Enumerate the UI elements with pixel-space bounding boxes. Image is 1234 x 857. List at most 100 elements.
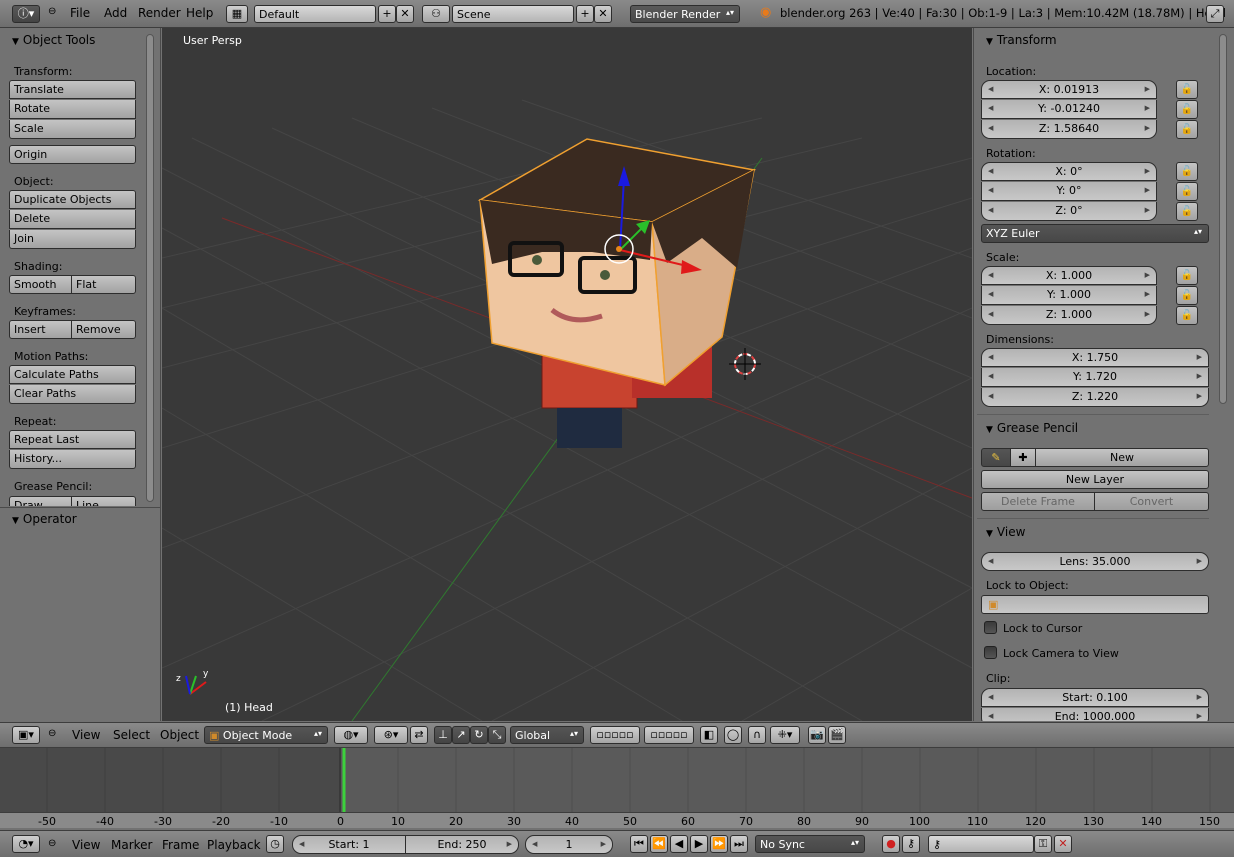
calculate-paths-button[interactable]: Calculate Paths (9, 365, 136, 384)
lock-camera-checkbox[interactable] (984, 646, 997, 659)
timeline-editor-type-button[interactable]: ◔▾ (12, 835, 40, 853)
tool-shelf-scrollbar[interactable] (146, 34, 154, 502)
keying-set-icon[interactable]: ⚷ (902, 835, 920, 853)
layers-row-2-icon[interactable]: ▫▫▫▫▫ (644, 726, 694, 744)
3d-cursor[interactable] (729, 348, 761, 380)
add-screen-icon[interactable]: + (378, 5, 396, 23)
lock-location-y-icon[interactable]: 🔓 (1176, 100, 1198, 119)
viewport-shading-icon[interactable]: ◍▾ (334, 726, 368, 744)
draw-button[interactable]: Draw (9, 496, 72, 506)
translate-manipulator-icon[interactable]: ⊥ (434, 726, 452, 744)
gp-convert-button[interactable]: Convert (1094, 492, 1209, 511)
snap-toggle-icon[interactable]: ∩ (748, 726, 766, 744)
jump-end-icon[interactable]: ⏭ (730, 835, 748, 853)
remove-keyframe-button[interactable]: Remove (71, 320, 136, 339)
scene-icon[interactable]: ⚇ (422, 5, 450, 23)
properties-scrollbar[interactable] (1219, 34, 1227, 404)
history-button[interactable]: History... (9, 450, 136, 469)
menu-marker[interactable]: Marker (111, 838, 152, 852)
menu-frame[interactable]: Frame (162, 838, 199, 852)
rotation-x-field[interactable]: ◀ X: 0° ▶ (981, 162, 1157, 181)
add-scene-icon[interactable]: + (576, 5, 594, 23)
pivot-point-icon[interactable]: ⊛▾ (374, 726, 408, 744)
grease-pencil-panel-header[interactable]: ▼ Grease Pencil (986, 421, 1078, 435)
scale-y-field[interactable]: ◀ Y: 1.000 ▶ (981, 286, 1157, 305)
scene-field[interactable]: Scene (452, 5, 574, 23)
keying-set-field[interactable]: ⚷ (928, 835, 1034, 853)
manipulator-toggle-icon[interactable]: ⇄ (410, 726, 428, 744)
play-reverse-icon[interactable]: ◀ (670, 835, 688, 853)
repeat-last-button[interactable]: Repeat Last (9, 430, 136, 449)
menu-view[interactable]: View (72, 728, 100, 742)
lock-scale-x-icon[interactable]: 🔓 (1176, 266, 1198, 285)
mode-dropdown[interactable]: ▣ Object Mode ▴▾ (204, 726, 328, 744)
clip-start-field[interactable]: ◀ Start: 0.100 ▶ (981, 688, 1209, 707)
menu-render[interactable]: Render (138, 6, 181, 20)
rotate-manipulator-icon[interactable]: ↗ (452, 726, 470, 744)
translate-button[interactable]: Translate (9, 80, 136, 99)
gp-delete-frame-button[interactable]: Delete Frame (981, 492, 1095, 511)
scale-button[interactable]: Scale (9, 120, 136, 139)
lock-layers-icon[interactable]: ◧ (700, 726, 718, 744)
delete-keyframe-icon[interactable]: ✕ (1054, 835, 1072, 853)
snap-element-icon[interactable]: ⁜▾ (770, 726, 800, 744)
opengl-animation-icon[interactable]: 🎬 (828, 726, 846, 744)
transform-panel-header[interactable]: ▼ Transform (986, 33, 1057, 47)
dimension-y-field[interactable]: ◀ Y: 1.720 ▶ (981, 368, 1209, 387)
scale-mode-icon[interactable]: ⤡ (488, 726, 506, 744)
gp-new-layer-button[interactable]: New Layer (981, 470, 1209, 489)
collapse-menu-icon[interactable]: ⊖ (48, 838, 56, 849)
collapse-menu-icon[interactable]: ⊖ (48, 728, 56, 739)
scale-z-field[interactable]: ◀ Z: 1.000 ▶ (981, 306, 1157, 325)
3d-viewport[interactable]: User Persp y z (1) Head (162, 28, 972, 721)
character-head-cube[interactable] (477, 138, 757, 387)
duplicate-objects-button[interactable]: Duplicate Objects (9, 190, 136, 209)
info-editor-type-button[interactable]: ⓘ▾ (12, 5, 40, 23)
location-z-field[interactable]: ◀ Z: 1.58640 ▶ (981, 120, 1157, 139)
delete-button[interactable]: Delete (9, 210, 136, 229)
flat-button[interactable]: Flat (71, 275, 136, 294)
pencil-icon[interactable]: ✎ (981, 448, 1011, 467)
timeline-ruler[interactable]: -50 -40 -30 -20 -10 0 10 20 30 40 50 60 … (0, 812, 1234, 828)
menu-file[interactable]: File (70, 6, 90, 20)
insert-keyframe-icon[interactable]: ⚿ (1034, 835, 1052, 853)
play-icon[interactable]: ▶ (690, 835, 708, 853)
smooth-button[interactable]: Smooth (9, 275, 72, 294)
object-tools-panel-header[interactable]: ▼ Object Tools (12, 33, 95, 47)
lock-scale-z-icon[interactable]: 🔓 (1176, 306, 1198, 325)
menu-select[interactable]: Select (113, 728, 150, 742)
lens-field[interactable]: ◀ Lens: 35.000 ▶ (981, 552, 1209, 571)
screen-layout-field[interactable]: Default (254, 5, 376, 23)
current-frame-field[interactable]: ◀ 1 ▶ (525, 835, 613, 854)
preview-range-icon[interactable]: ◷ (266, 835, 284, 853)
jump-start-icon[interactable]: ⏮ (630, 835, 648, 853)
insert-keyframe-button[interactable]: Insert (9, 320, 72, 339)
prev-keyframe-icon[interactable]: ⏪ (650, 835, 668, 853)
proportional-edit-icon[interactable]: ◯ (724, 726, 742, 744)
lock-location-z-icon[interactable]: 🔓 (1176, 120, 1198, 139)
opengl-render-icon[interactable]: 📷 (808, 726, 826, 744)
lock-scale-y-icon[interactable]: 🔓 (1176, 286, 1198, 305)
clear-paths-button[interactable]: Clear Paths (9, 385, 136, 404)
sync-mode-dropdown[interactable]: No Sync ▴▾ (755, 835, 865, 853)
line-button[interactable]: Line (71, 496, 136, 506)
origin-button[interactable]: Origin (9, 145, 136, 164)
menu-add[interactable]: Add (104, 6, 127, 20)
dimension-x-field[interactable]: ◀ X: 1.750 ▶ (981, 348, 1209, 367)
dimension-z-field[interactable]: ◀ Z: 1.220 ▶ (981, 388, 1209, 407)
render-engine-dropdown[interactable]: Blender Render ▴▾ (630, 5, 740, 23)
frame-end-field[interactable]: End: 250 ▶ (405, 835, 519, 854)
frame-start-field[interactable]: ◀ Start: 1 (292, 835, 406, 854)
rotate-button[interactable]: Rotate (9, 100, 136, 119)
menu-help[interactable]: Help (186, 6, 213, 20)
lock-location-x-icon[interactable]: 🔓 (1176, 80, 1198, 99)
scale-x-field[interactable]: ◀ X: 1.000 ▶ (981, 266, 1157, 285)
collapse-menu-icon[interactable]: ⊖ (48, 6, 56, 17)
view-panel-header[interactable]: ▼ View (986, 525, 1025, 539)
menu-object[interactable]: Object (160, 728, 199, 742)
record-icon[interactable]: ● (882, 835, 900, 853)
screen-layout-icon[interactable]: ▦ (226, 5, 248, 23)
fullscreen-icon[interactable]: ⤢ (1206, 5, 1224, 23)
lock-object-field[interactable]: ▣ (981, 595, 1209, 614)
delete-screen-icon[interactable]: ✕ (396, 5, 414, 23)
